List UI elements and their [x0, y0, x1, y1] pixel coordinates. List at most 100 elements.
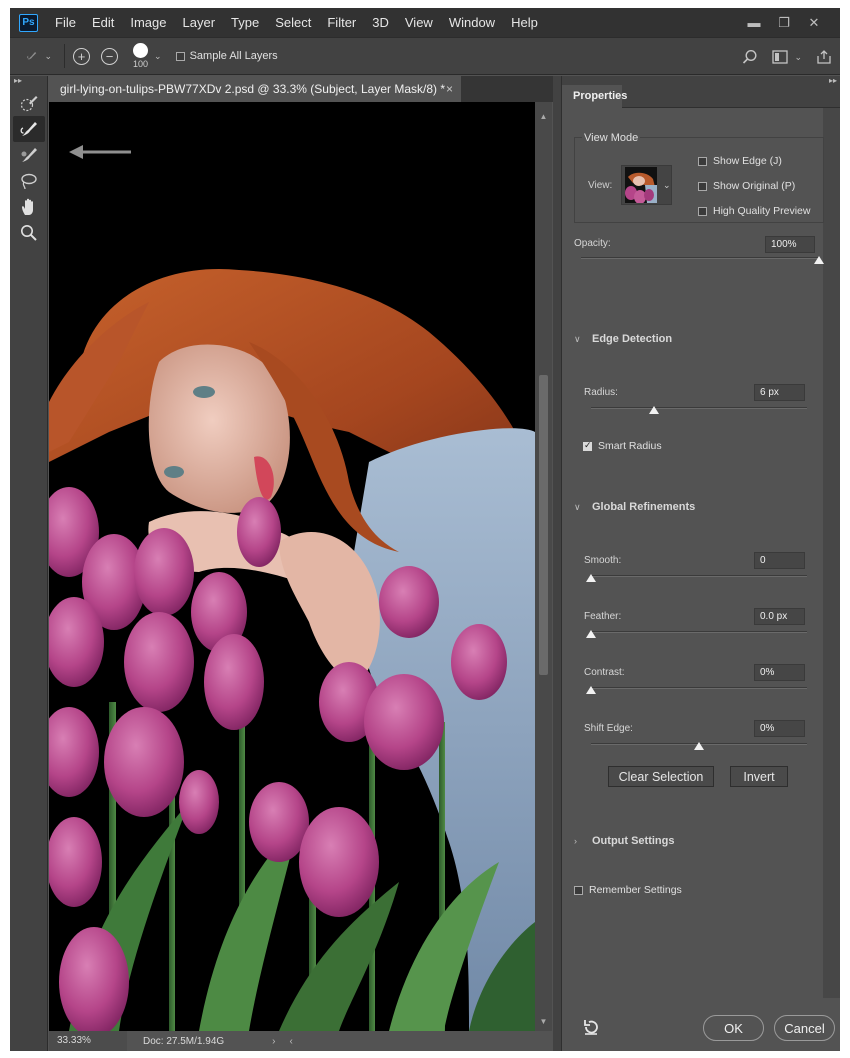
show-edge-checkbox[interactable]	[698, 156, 707, 166]
properties-panel: ▸▸ Properties View Mode View: ⌄ Show Edg…	[561, 76, 840, 1051]
opacity-slider-thumb[interactable]	[814, 256, 824, 264]
global-refinements-title: Global Refinements	[592, 501, 696, 513]
ok-button[interactable]: OK	[703, 1015, 764, 1041]
menu-type[interactable]: Type	[223, 8, 267, 37]
high-quality-preview-option[interactable]: High Quality Preview	[698, 205, 810, 217]
restore-button[interactable]: ❐	[770, 12, 798, 34]
shift-edge-slider-thumb[interactable]	[694, 742, 704, 750]
lasso-icon	[21, 173, 37, 190]
shift-edge-label: Shift Edge:	[584, 723, 633, 734]
menu-image[interactable]: Image	[122, 8, 174, 37]
brush-tool[interactable]	[13, 142, 45, 168]
zoom-level[interactable]: 33.33%	[49, 1031, 127, 1051]
tool-preset-picker[interactable]: ⌄	[26, 43, 52, 69]
edge-detection-header[interactable]: ∨ Edge Detection	[574, 333, 672, 345]
scroll-down-icon[interactable]: ▼	[535, 1017, 552, 1026]
cancel-button[interactable]: Cancel	[774, 1015, 835, 1041]
zoom-tool[interactable]	[13, 220, 45, 246]
brush-picker[interactable]: 100	[133, 43, 148, 69]
view-mode-picker[interactable]: ⌄	[621, 165, 672, 205]
smooth-slider[interactable]	[591, 575, 807, 577]
remember-settings-option[interactable]: Remember Settings	[574, 884, 682, 896]
canvas-image	[49, 102, 535, 1031]
contrast-field[interactable]: 0%	[754, 664, 805, 681]
show-original-option[interactable]: Show Original (P)	[698, 180, 795, 192]
menu-3d[interactable]: 3D	[364, 8, 397, 37]
radius-field[interactable]: 6 px	[754, 384, 805, 401]
subtract-from-selection-icon[interactable]: −	[101, 47, 118, 65]
add-to-selection-icon[interactable]: +	[73, 47, 90, 65]
status-menu-icon[interactable]: ›	[272, 1036, 275, 1047]
radius-slider-thumb[interactable]	[648, 406, 659, 414]
chevron-down-icon[interactable]: ⌄	[154, 51, 162, 62]
quick-selection-tool[interactable]	[13, 90, 45, 116]
hand-tool[interactable]	[13, 194, 45, 220]
collapse-panel-icon[interactable]: ▸▸	[829, 76, 837, 85]
chevron-down-icon: ⌄	[794, 51, 802, 62]
feather-field[interactable]: 0.0 px	[754, 608, 805, 625]
collapse-icon[interactable]: ▸▸	[10, 76, 47, 88]
output-settings-header[interactable]: › Output Settings	[574, 835, 675, 847]
smart-radius-option[interactable]: Smart Radius	[583, 440, 662, 452]
feather-slider[interactable]	[591, 631, 807, 633]
contrast-label: Contrast:	[584, 667, 625, 678]
lasso-tool[interactable]	[13, 168, 45, 194]
view-mode-title: View Mode	[582, 132, 641, 144]
menu-select[interactable]: Select	[267, 8, 319, 37]
properties-tab-bar: ▸▸ Properties	[562, 76, 840, 108]
clear-selection-button[interactable]: Clear Selection	[608, 766, 714, 787]
show-edge-option[interactable]: Show Edge (J)	[698, 155, 782, 167]
global-refinements-header[interactable]: ∨ Global Refinements	[574, 501, 695, 513]
smooth-field[interactable]: 0	[754, 552, 805, 569]
chevron-down-icon: ⌄	[663, 179, 671, 190]
view-label: View:	[588, 180, 613, 191]
invert-button[interactable]: Invert	[730, 766, 788, 787]
show-edge-label: Show Edge (J)	[713, 155, 782, 167]
close-button[interactable]: ✕	[800, 12, 828, 34]
refine-edge-brush-tool[interactable]	[13, 116, 45, 142]
contrast-slider-thumb[interactable]	[586, 686, 596, 694]
refine-brush-icon	[27, 52, 37, 60]
menu-edit[interactable]: Edit	[84, 8, 122, 37]
search-icon[interactable]	[742, 49, 758, 65]
sample-all-layers-checkbox[interactable]	[175, 51, 185, 61]
canvas-scrollbar[interactable]: ▲ ▼	[535, 102, 552, 1031]
menu-filter[interactable]: Filter	[319, 8, 364, 37]
remember-settings-checkbox[interactable]	[574, 885, 583, 895]
workspace-switcher[interactable]: ⌄	[772, 50, 802, 64]
brush-tip-icon	[133, 43, 149, 58]
properties-scrollbar[interactable]	[823, 108, 840, 998]
menu-view[interactable]: View	[397, 8, 441, 37]
document-tab-bar: girl-lying-on-tulips-PBW77XDv 2.psd @ 33…	[49, 76, 553, 102]
options-right: ⌄	[742, 38, 832, 76]
scroll-left-icon[interactable]: ‹	[290, 1036, 293, 1047]
smooth-slider-thumb[interactable]	[586, 574, 596, 582]
opacity-slider[interactable]	[581, 257, 819, 259]
show-original-checkbox[interactable]	[698, 181, 707, 191]
radius-label: Radius:	[584, 387, 618, 398]
scroll-up-icon[interactable]: ▲	[535, 112, 552, 121]
menu-file[interactable]: File	[47, 8, 84, 37]
reset-icon[interactable]	[582, 1018, 600, 1036]
feather-slider-thumb[interactable]	[586, 630, 596, 638]
smart-radius-checkbox[interactable]	[583, 440, 592, 451]
scrollbar-thumb[interactable]	[539, 375, 548, 675]
brush-size: 100	[133, 59, 149, 69]
document-canvas[interactable]	[49, 102, 535, 1031]
app-logo[interactable]: Ps	[19, 13, 38, 32]
menu-help[interactable]: Help	[503, 8, 546, 37]
minimize-button[interactable]: ▬	[740, 12, 768, 34]
view-thumbnail	[625, 167, 657, 203]
shift-edge-field[interactable]: 0%	[754, 720, 805, 737]
radius-slider[interactable]	[591, 407, 807, 409]
menu-window[interactable]: Window	[441, 8, 503, 37]
sample-all-layers[interactable]: Sample All Layers	[175, 50, 278, 62]
high-quality-preview-checkbox[interactable]	[698, 206, 707, 216]
tab-properties[interactable]: Properties	[562, 85, 627, 108]
close-tab-icon[interactable]: ×	[446, 82, 453, 96]
opacity-field[interactable]: 100%	[765, 236, 815, 253]
contrast-slider[interactable]	[591, 687, 807, 689]
menu-layer[interactable]: Layer	[175, 8, 224, 37]
document-tab[interactable]: girl-lying-on-tulips-PBW77XDv 2.psd @ 33…	[49, 76, 461, 102]
share-icon[interactable]	[816, 49, 832, 65]
